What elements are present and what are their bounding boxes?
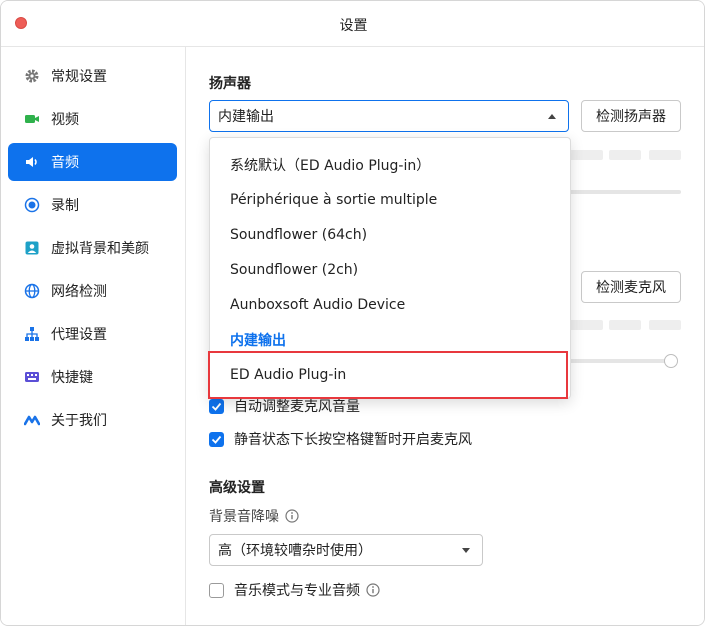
- push-to-talk-label: 静音状态下长按空格键暂时开启麦克风: [234, 432, 472, 448]
- speaker-level-segment: [649, 150, 681, 160]
- sidebar-item-label: 常规设置: [51, 69, 107, 85]
- noise-suppression-select[interactable]: 高（环境较嘈杂时使用）: [209, 534, 483, 566]
- sidebar-item-shortcuts[interactable]: 快捷键: [8, 358, 177, 396]
- sidebar-item-label: 虚拟背景和美颜: [51, 241, 149, 257]
- info-icon[interactable]: [366, 583, 380, 597]
- sidebar-item-label: 代理设置: [51, 327, 107, 343]
- dropdown-option[interactable]: Soundflower (64ch): [210, 217, 570, 252]
- mic-volume-slider[interactable]: [569, 359, 673, 363]
- sidebar-item-network-test[interactable]: 网络检测: [8, 272, 177, 310]
- mic-level-segment: [569, 320, 603, 330]
- dropdown-option[interactable]: Aunboxsoft Audio Device: [210, 287, 570, 322]
- caret-up-icon: [548, 114, 556, 119]
- auto-adjust-mic-label: 自动调整麦克风音量: [234, 399, 360, 415]
- sidebar-item-label: 视频: [51, 112, 79, 128]
- mic-level-segment: [649, 320, 681, 330]
- sidebar-item-label: 录制: [51, 198, 79, 214]
- chevron-down-icon: [462, 548, 470, 553]
- noise-suppression-value: 高（环境较嘈杂时使用）: [218, 543, 372, 559]
- mic-volume-slider-knob[interactable]: [664, 354, 678, 368]
- sidebar-item-label: 网络检测: [51, 284, 107, 300]
- sidebar-item-label: 音频: [51, 155, 79, 171]
- sidebar-item-proxy[interactable]: 代理设置: [8, 315, 177, 353]
- noise-suppression-label-row: 背景音降噪: [209, 506, 299, 526]
- speaker-section-title: 扬声器: [209, 76, 251, 92]
- speaker-icon: [24, 154, 40, 170]
- window-title: 设置: [339, 18, 368, 34]
- test-speaker-button[interactable]: 检测扬声器: [581, 100, 681, 132]
- noise-suppression-label: 背景音降噪: [209, 509, 279, 525]
- globe-icon: [24, 283, 40, 299]
- sidebar-item-general[interactable]: 常规设置: [8, 57, 177, 95]
- sidebar-item-recording[interactable]: 录制: [8, 186, 177, 224]
- sidebar-item-video[interactable]: 视频: [8, 100, 177, 138]
- logo-icon: [24, 412, 40, 428]
- info-icon[interactable]: [285, 509, 299, 523]
- test-microphone-button[interactable]: 检测麦克风: [581, 271, 681, 303]
- dropdown-option[interactable]: Soundflower (2ch): [210, 252, 570, 287]
- sidebar-item-label: 关于我们: [51, 413, 107, 429]
- checkbox-checked-icon[interactable]: [209, 431, 224, 447]
- sidebar-item-about[interactable]: 关于我们: [8, 401, 177, 439]
- speaker-device-value: 内建输出: [218, 109, 274, 125]
- title-bar: 设置: [1, 1, 704, 47]
- sidebar-item-label: 快捷键: [51, 370, 93, 386]
- speaker-volume-slider[interactable]: [569, 190, 681, 194]
- advanced-section-title: 高级设置: [209, 480, 265, 496]
- portrait-icon: [24, 240, 40, 256]
- keyboard-icon: [24, 369, 40, 385]
- dropdown-option[interactable]: Périphérique à sortie multiple: [210, 182, 570, 217]
- dropdown-option[interactable]: 系统默认（ED Audio Plug-in）: [210, 147, 570, 182]
- auto-adjust-mic-checkbox-row[interactable]: 自动调整麦克风音量: [209, 396, 360, 416]
- checkbox-unchecked-icon[interactable]: [209, 582, 224, 598]
- sidebar-item-audio[interactable]: 音频: [8, 143, 177, 181]
- settings-window: 设置 常规设置 视频 音频 录制 虚拟背景和美颜 网络检测 代理设置 快捷键 关…: [0, 0, 705, 626]
- speaker-device-select[interactable]: 内建输出: [209, 100, 569, 132]
- video-camera-icon: [24, 111, 40, 127]
- speaker-level-segment: [609, 150, 641, 160]
- gear-icon: [24, 68, 40, 84]
- music-mode-checkbox-row[interactable]: 音乐模式与专业音频: [209, 580, 380, 600]
- network-tree-icon: [24, 326, 40, 342]
- speaker-level-segment: [569, 150, 603, 160]
- highlight-annotation-box: [208, 351, 568, 399]
- music-mode-label: 音乐模式与专业音频: [234, 583, 360, 599]
- checkbox-checked-icon[interactable]: [209, 398, 224, 414]
- mic-level-segment: [609, 320, 641, 330]
- record-icon: [24, 197, 40, 213]
- push-to-talk-checkbox-row[interactable]: 静音状态下长按空格键暂时开启麦克风: [209, 429, 472, 449]
- sidebar-item-virtual-background[interactable]: 虚拟背景和美颜: [8, 229, 177, 267]
- sidebar: 常规设置 视频 音频 录制 虚拟背景和美颜 网络检测 代理设置 快捷键 关于我们: [1, 47, 186, 625]
